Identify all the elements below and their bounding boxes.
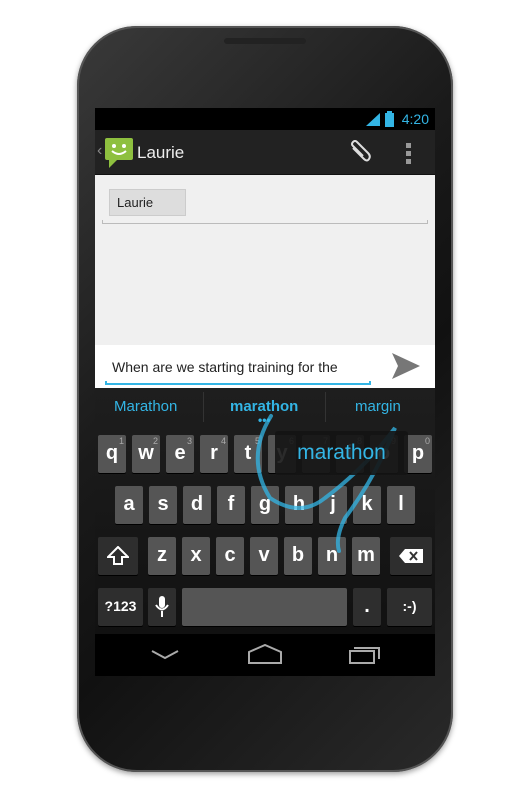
send-icon[interactable]	[392, 353, 420, 379]
status-bar: 4:20	[95, 108, 435, 130]
overflow-menu-icon[interactable]	[406, 143, 412, 165]
gesture-preview: marathon	[275, 431, 408, 475]
recipients-area: Laurie	[95, 175, 435, 345]
gesture-trail	[255, 414, 397, 553]
nav-home-icon[interactable]	[248, 644, 282, 664]
paperclip-icon[interactable]	[347, 140, 373, 166]
keyboard: Marathon marathon ••• margin q1w2e3r4t5y…	[95, 388, 435, 634]
compose-bar: When are we starting training for the	[95, 345, 435, 388]
messaging-icon	[105, 138, 133, 168]
chevron-left-icon: ‹	[97, 142, 103, 159]
signal-icon	[366, 113, 380, 126]
action-bar: ‹ Laurie	[95, 130, 435, 175]
navigation-bar	[95, 634, 435, 676]
message-input[interactable]: When are we starting training for the	[112, 359, 338, 375]
nav-back-icon[interactable]	[151, 650, 179, 660]
speaker-grille	[224, 38, 306, 44]
up-button[interactable]: ‹ Laurie	[95, 130, 184, 175]
message-input-underline	[105, 381, 371, 385]
recipients-field[interactable]	[102, 220, 428, 224]
recipient-chip[interactable]: Laurie	[109, 189, 186, 216]
battery-icon	[385, 111, 394, 127]
nav-recents-icon[interactable]	[349, 644, 381, 664]
conversation-title: Laurie	[137, 143, 185, 162]
screen: 4:20 ‹ Laurie Laurie When are we startin…	[95, 108, 435, 676]
clock: 4:20	[401, 111, 429, 127]
